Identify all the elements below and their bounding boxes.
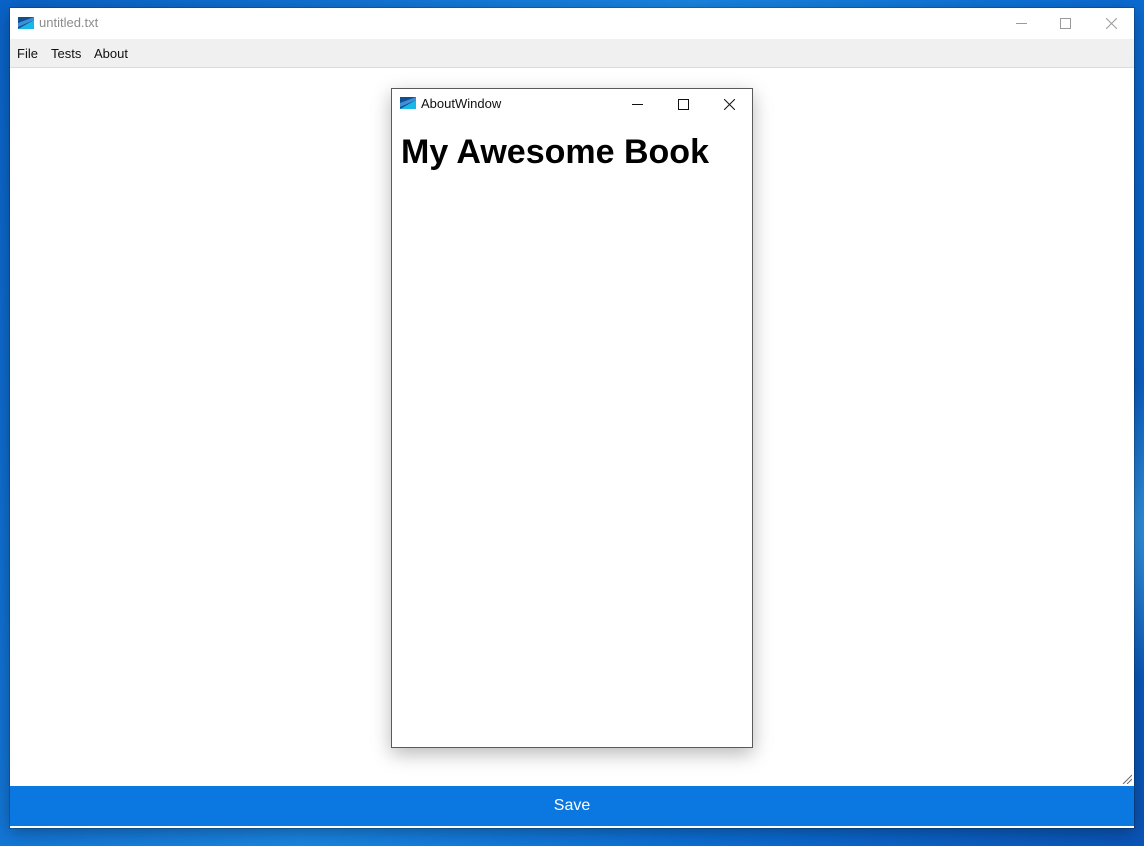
about-titlebar[interactable]: AboutWindow — [392, 89, 752, 119]
about-window: AboutWindow My Awesome Book — [391, 88, 753, 748]
maximize-button[interactable] — [1042, 8, 1088, 39]
menu-bar: File Tests About — [10, 39, 1134, 68]
save-button[interactable]: Save — [10, 786, 1134, 826]
about-close-button[interactable] — [706, 89, 752, 119]
app-icon — [400, 97, 416, 109]
minimize-icon — [1015, 23, 1027, 24]
maximize-icon — [1059, 18, 1071, 29]
minimize-icon — [631, 103, 643, 105]
menu-about[interactable]: About — [94, 46, 128, 61]
about-minimize-button[interactable] — [614, 89, 660, 119]
resize-grip-icon[interactable] — [1122, 774, 1132, 784]
about-window-title: AboutWindow — [421, 96, 502, 111]
close-icon — [1105, 18, 1117, 29]
main-titlebar[interactable]: untitled.txt — [10, 8, 1134, 39]
minimize-button[interactable] — [998, 8, 1044, 39]
close-icon — [723, 98, 735, 110]
window-title: untitled.txt — [39, 15, 99, 30]
book-title-heading: My Awesome Book — [401, 133, 709, 171]
app-icon — [18, 17, 34, 29]
maximize-icon — [677, 98, 689, 110]
about-maximize-button[interactable] — [660, 89, 706, 119]
menu-tests[interactable]: Tests — [51, 46, 81, 61]
menu-file[interactable]: File — [17, 46, 38, 61]
close-button[interactable] — [1088, 8, 1134, 39]
